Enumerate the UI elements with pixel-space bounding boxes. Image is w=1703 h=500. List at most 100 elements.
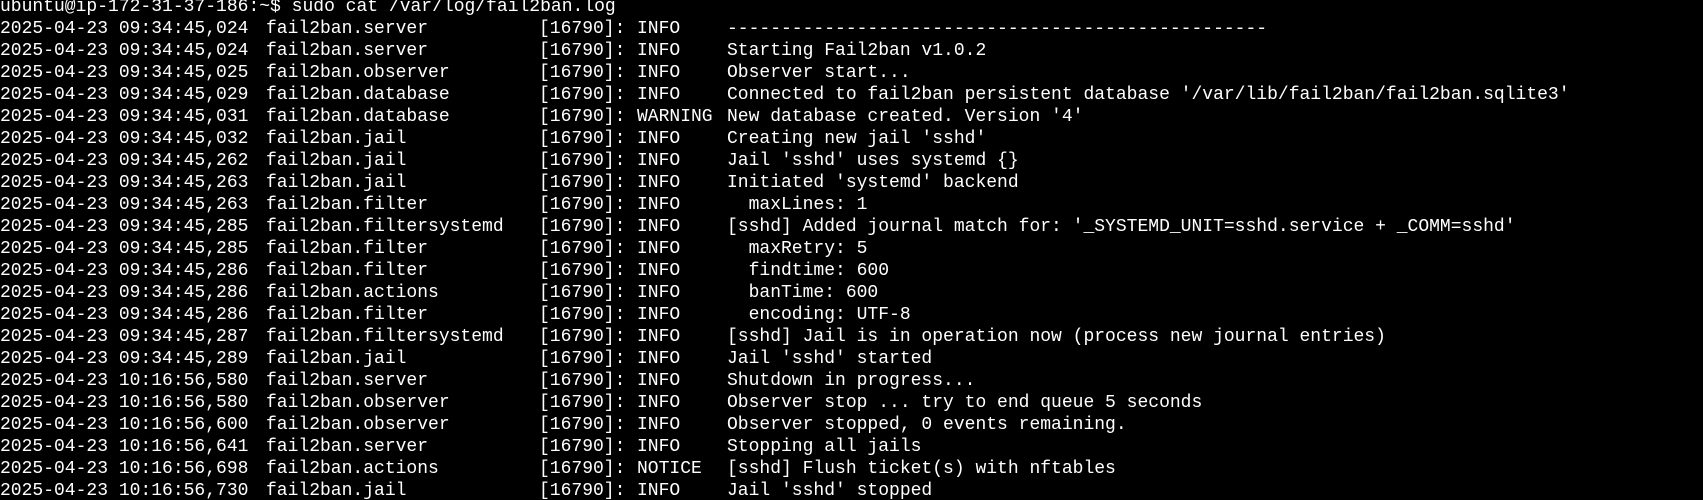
- log-pid: [16790]:: [539, 393, 626, 413]
- log-logger: fail2ban.filter: [266, 239, 429, 259]
- log-timestamp: 2025-04-23 10:16:56,580: [0, 393, 249, 413]
- log-timestamp: 2025-04-23 10:16:56,730: [0, 481, 249, 500]
- log-message: Jail 'sshd' uses systemd {}: [727, 151, 1019, 171]
- log-level: INFO: [637, 437, 681, 457]
- log-line: 2025-04-23 09:34:45,024 fail2ban.server [1…: [0, 40, 1703, 62]
- log-line: 2025-04-23 09:34:45,029 fail2ban.database…: [0, 84, 1703, 106]
- log-pid: [16790]:: [539, 19, 626, 39]
- log-level: INFO: [637, 261, 681, 281]
- log-message: Jail 'sshd' started: [727, 349, 933, 369]
- log-logger: fail2ban.jail: [266, 151, 407, 171]
- log-line: 2025-04-23 10:16:56,580 fail2ban.server [1…: [0, 370, 1703, 392]
- log-logger: fail2ban.observer: [266, 393, 450, 413]
- log-message: New database created. Version '4': [727, 107, 1084, 127]
- log-pid: [16790]:: [539, 283, 626, 303]
- log-pid: [16790]:: [539, 63, 626, 83]
- log-timestamp: 2025-04-23 10:16:56,641: [0, 437, 249, 457]
- log-line: 2025-04-23 09:34:45,286 fail2ban.filter [1…: [0, 304, 1703, 326]
- log-logger: fail2ban.server: [266, 19, 429, 39]
- log-line: 2025-04-23 09:34:45,285 fail2ban.filter [1…: [0, 238, 1703, 260]
- log-level: INFO: [637, 327, 681, 347]
- log-message: Observer start...: [727, 63, 911, 83]
- log-message: findtime: 600: [727, 261, 890, 281]
- log-pid: [16790]:: [539, 459, 626, 479]
- log-line: 2025-04-23 09:34:45,286 fail2ban.filter [1…: [0, 260, 1703, 282]
- log-logger: fail2ban.actions: [266, 283, 439, 303]
- log-output: 2025-04-23 09:34:45,024 fail2ban.server [1…: [0, 18, 1703, 500]
- terminal-window[interactable]: ubuntu@ip-172-31-37-186:~$ sudo cat /var…: [0, 0, 1703, 500]
- log-logger: fail2ban.jail: [266, 129, 407, 149]
- log-message: [sshd] Flush ticket(s) with nftables: [727, 459, 1116, 479]
- log-pid: [16790]:: [539, 85, 626, 105]
- log-level: INFO: [637, 63, 681, 83]
- log-timestamp: 2025-04-23 09:34:45,025: [0, 63, 249, 83]
- log-logger: fail2ban.filter: [266, 261, 429, 281]
- log-timestamp: 2025-04-23 10:16:56,580: [0, 371, 249, 391]
- log-level: INFO: [637, 371, 681, 391]
- log-line: 2025-04-23 10:16:56,600 fail2ban.observer…: [0, 414, 1703, 436]
- log-message: maxLines: 1: [727, 195, 868, 215]
- log-timestamp: 2025-04-23 10:16:56,698: [0, 459, 249, 479]
- log-level: INFO: [637, 393, 681, 413]
- log-message: Shutdown in progress...: [727, 371, 976, 391]
- log-pid: [16790]:: [539, 151, 626, 171]
- log-timestamp: 2025-04-23 09:34:45,263: [0, 173, 249, 193]
- log-level: NOTICE: [637, 459, 702, 479]
- log-message: Observer stop ... try to end queue 5 sec…: [727, 393, 1203, 413]
- log-logger: fail2ban.jail: [266, 349, 407, 369]
- log-logger: fail2ban.filtersystemd: [266, 327, 504, 347]
- log-message: [sshd] Jail is in operation now (process…: [727, 327, 1386, 347]
- log-logger: fail2ban.filter: [266, 305, 429, 325]
- log-line: 2025-04-23 09:34:45,263 fail2ban.jail [167…: [0, 172, 1703, 194]
- log-logger: fail2ban.server: [266, 437, 429, 457]
- log-level: WARNING: [637, 107, 713, 127]
- log-level: INFO: [637, 41, 681, 61]
- log-timestamp: 2025-04-23 09:34:45,263: [0, 195, 249, 215]
- log-line: 2025-04-23 09:34:45,287 fail2ban.filtersy…: [0, 326, 1703, 348]
- log-timestamp: 2025-04-23 09:34:45,287: [0, 327, 249, 347]
- command-line: ubuntu@ip-172-31-37-186:~$ sudo cat /var…: [0, 0, 1703, 18]
- log-level: INFO: [637, 305, 681, 325]
- log-line: 2025-04-23 09:34:45,032 fail2ban.jail [167…: [0, 128, 1703, 150]
- log-timestamp: 2025-04-23 09:34:45,029: [0, 85, 249, 105]
- log-pid: [16790]:: [539, 481, 626, 500]
- log-pid: [16790]:: [539, 217, 626, 237]
- log-pid: [16790]:: [539, 195, 626, 215]
- log-message: Starting Fail2ban v1.0.2: [727, 41, 987, 61]
- log-logger: fail2ban.database: [266, 107, 450, 127]
- log-timestamp: 2025-04-23 09:34:45,286: [0, 283, 249, 303]
- log-line: 2025-04-23 09:34:45,262 fail2ban.jail [167…: [0, 150, 1703, 172]
- log-pid: [16790]:: [539, 327, 626, 347]
- log-logger: fail2ban.filter: [266, 195, 429, 215]
- log-logger: fail2ban.actions: [266, 459, 439, 479]
- log-line: 2025-04-23 10:16:56,580 fail2ban.observer…: [0, 392, 1703, 414]
- log-line: 2025-04-23 09:34:45,025 fail2ban.observer…: [0, 62, 1703, 84]
- log-level: INFO: [637, 239, 681, 259]
- log-timestamp: 2025-04-23 09:34:45,285: [0, 217, 249, 237]
- log-level: INFO: [637, 283, 681, 303]
- log-line: 2025-04-23 10:16:56,730 fail2ban.jail [167…: [0, 480, 1703, 500]
- log-line: 2025-04-23 09:34:45,285 fail2ban.filtersy…: [0, 216, 1703, 238]
- log-line: 2025-04-23 09:34:45,289 fail2ban.jail [167…: [0, 348, 1703, 370]
- log-logger: fail2ban.observer: [266, 63, 450, 83]
- log-line: 2025-04-23 09:34:45,263 fail2ban.filter [1…: [0, 194, 1703, 216]
- log-level: INFO: [637, 217, 681, 237]
- log-level: INFO: [637, 173, 681, 193]
- log-timestamp: 2025-04-23 09:34:45,286: [0, 305, 249, 325]
- log-message: [sshd] Added journal match for: '_SYSTEM…: [727, 217, 1516, 237]
- log-timestamp: 2025-04-23 09:34:45,262: [0, 151, 249, 171]
- log-logger: fail2ban.database: [266, 85, 450, 105]
- log-message: Connected to fail2ban persistent databas…: [727, 85, 1570, 105]
- log-timestamp: 2025-04-23 09:34:45,031: [0, 107, 249, 127]
- log-level: INFO: [637, 19, 681, 39]
- log-level: INFO: [637, 151, 681, 171]
- log-timestamp: 2025-04-23 10:16:56,600: [0, 415, 249, 435]
- log-pid: [16790]:: [539, 415, 626, 435]
- log-timestamp: 2025-04-23 09:34:45,024: [0, 41, 249, 61]
- log-level: INFO: [637, 415, 681, 435]
- log-timestamp: 2025-04-23 09:34:45,286: [0, 261, 249, 281]
- log-line: 2025-04-23 10:16:56,698 fail2ban.actions […: [0, 458, 1703, 480]
- log-pid: [16790]:: [539, 129, 626, 149]
- log-timestamp: 2025-04-23 09:34:45,032: [0, 129, 249, 149]
- log-message: Jail 'sshd' stopped: [727, 481, 933, 500]
